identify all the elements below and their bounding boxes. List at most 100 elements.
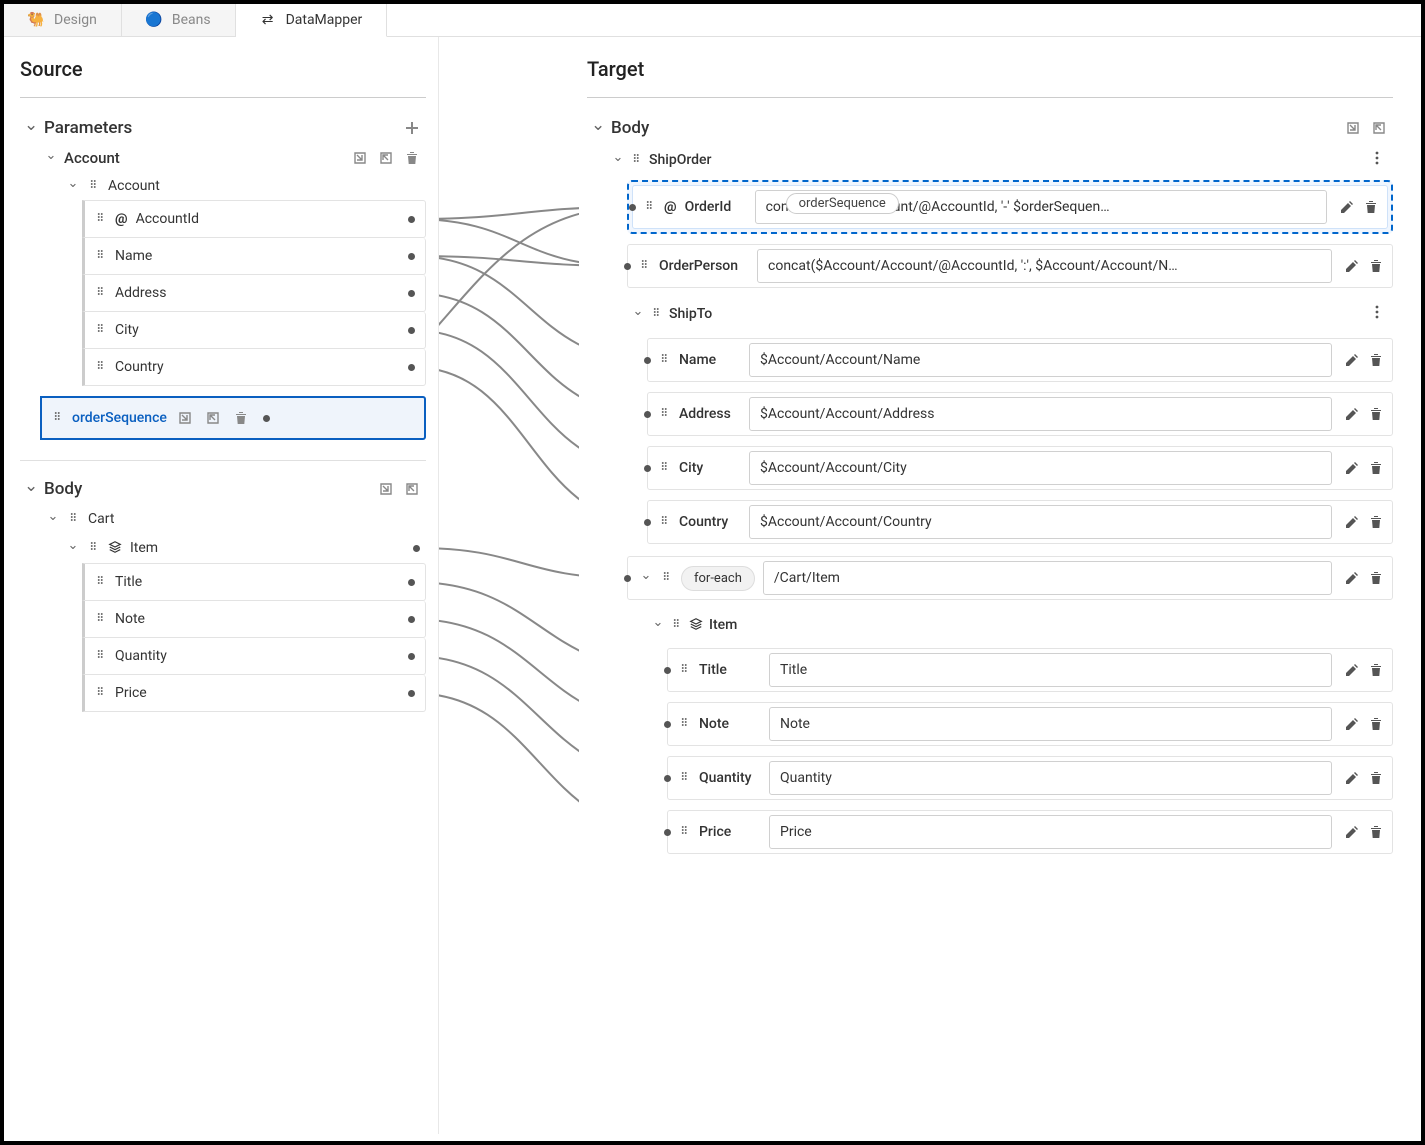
delete-button[interactable] xyxy=(1366,768,1386,788)
chevron-down-icon[interactable] xyxy=(46,512,60,527)
item-label[interactable]: Item xyxy=(130,540,405,556)
export-icon[interactable] xyxy=(402,479,422,499)
edit-button[interactable] xyxy=(1342,404,1362,424)
drag-icon[interactable] xyxy=(679,824,691,840)
connector-dot[interactable] xyxy=(644,519,651,526)
connector-dot[interactable] xyxy=(644,465,651,472)
source-field-price[interactable]: Price xyxy=(82,675,426,712)
drag-icon[interactable] xyxy=(644,199,656,215)
connector-dot[interactable] xyxy=(624,575,631,582)
drag-icon[interactable] xyxy=(95,574,107,590)
shiporder-label[interactable]: ShipOrder xyxy=(649,152,712,168)
delete-button[interactable] xyxy=(402,148,422,168)
source-field-city[interactable]: City xyxy=(82,312,426,349)
edit-button[interactable] xyxy=(1342,714,1362,734)
target-shipto-name[interactable]: Name $Account/Account/Name xyxy=(647,338,1393,382)
connector-dot[interactable] xyxy=(408,690,415,697)
chevron-down-icon[interactable] xyxy=(639,571,653,586)
chevron-down-icon[interactable] xyxy=(24,118,38,138)
edit-button[interactable] xyxy=(1342,458,1362,478)
drag-icon[interactable] xyxy=(679,770,691,786)
tab-design[interactable]: 🐫 Design xyxy=(4,4,122,36)
tab-datamapper[interactable]: ⇄ DataMapper xyxy=(236,4,388,37)
import-icon[interactable] xyxy=(1343,118,1363,138)
source-field-accountid[interactable]: @ AccountId xyxy=(82,200,426,238)
drag-icon[interactable] xyxy=(68,511,80,527)
drag-icon[interactable] xyxy=(659,460,671,476)
drag-icon[interactable] xyxy=(631,152,643,168)
target-item-label[interactable]: Item xyxy=(709,617,737,633)
source-field-note[interactable]: Note xyxy=(82,601,426,638)
delete-button[interactable] xyxy=(1366,350,1386,370)
delete-button[interactable] xyxy=(1366,714,1386,734)
connector-dot[interactable] xyxy=(408,327,415,334)
connector-dot[interactable] xyxy=(624,263,631,270)
edit-button[interactable] xyxy=(1342,660,1362,680)
drag-icon[interactable] xyxy=(95,211,107,227)
edit-button[interactable] xyxy=(1342,512,1362,532)
export-icon[interactable] xyxy=(376,148,396,168)
edit-button[interactable] xyxy=(1342,568,1362,588)
delete-button[interactable] xyxy=(1366,660,1386,680)
connector-dot[interactable] xyxy=(408,364,415,371)
delete-button[interactable] xyxy=(1366,822,1386,842)
connector-dot[interactable] xyxy=(408,579,415,586)
connector-dot[interactable] xyxy=(664,721,671,728)
target-shipto-address[interactable]: Address $Account/Account/Address xyxy=(647,392,1393,436)
connector-dot[interactable] xyxy=(408,253,415,260)
target-item-price[interactable]: Price Price xyxy=(667,810,1393,854)
target-shipto-city[interactable]: City $Account/Account/City xyxy=(647,446,1393,490)
import-icon[interactable] xyxy=(175,408,195,428)
drag-icon[interactable] xyxy=(659,352,671,368)
drag-icon[interactable] xyxy=(639,258,651,274)
shipto-label[interactable]: ShipTo xyxy=(669,306,712,322)
drag-icon[interactable] xyxy=(679,716,691,732)
add-button[interactable] xyxy=(402,118,422,138)
drag-icon[interactable] xyxy=(679,662,691,678)
chevron-down-icon[interactable] xyxy=(44,151,58,166)
target-item-title[interactable]: Title Title xyxy=(667,648,1393,692)
orderperson-expression[interactable]: concat($Account/Account/@AccountId, ':',… xyxy=(757,249,1332,283)
connector-dot[interactable] xyxy=(664,775,671,782)
delete-button[interactable] xyxy=(231,408,251,428)
drag-icon[interactable] xyxy=(651,306,663,322)
tab-beans[interactable]: 🔵 Beans xyxy=(122,4,236,36)
connector-dot[interactable] xyxy=(408,216,415,223)
kebab-menu-button[interactable] xyxy=(1365,304,1389,324)
chevron-down-icon[interactable] xyxy=(651,618,665,633)
delete-button[interactable] xyxy=(1361,197,1381,217)
connector-dot[interactable] xyxy=(629,204,636,211)
import-icon[interactable] xyxy=(376,479,396,499)
drag-icon[interactable] xyxy=(95,359,107,375)
chevron-down-icon[interactable] xyxy=(591,118,605,138)
edit-button[interactable] xyxy=(1342,256,1362,276)
source-field-country[interactable]: Country xyxy=(82,349,426,386)
source-field-name[interactable]: Name xyxy=(82,238,426,275)
cart-label[interactable]: Cart xyxy=(88,511,420,527)
connector-dot[interactable] xyxy=(644,357,651,364)
target-foreach[interactable]: for-each /Cart/Item xyxy=(627,556,1393,600)
export-icon[interactable] xyxy=(1369,118,1389,138)
edit-button[interactable] xyxy=(1342,822,1362,842)
chevron-down-icon[interactable] xyxy=(611,153,625,168)
target-orderperson[interactable]: OrderPerson concat($Account/Account/@Acc… xyxy=(627,244,1393,288)
target-shipto-country[interactable]: Country $Account/Account/Country xyxy=(647,500,1393,544)
chevron-down-icon[interactable] xyxy=(66,541,80,556)
connector-dot[interactable] xyxy=(408,290,415,297)
delete-button[interactable] xyxy=(1366,512,1386,532)
drag-icon[interactable] xyxy=(659,406,671,422)
orderid-expression[interactable]: con count/Account/@AccountId, '-' $order… xyxy=(755,190,1327,224)
source-field-address[interactable]: Address xyxy=(82,275,426,312)
drag-icon[interactable] xyxy=(95,322,107,338)
drag-icon[interactable] xyxy=(95,685,107,701)
drag-icon[interactable] xyxy=(88,540,100,556)
edit-button[interactable] xyxy=(1342,350,1362,370)
chevron-down-icon[interactable] xyxy=(66,179,80,194)
source-field-quantity[interactable]: Quantity xyxy=(82,638,426,675)
drag-icon[interactable] xyxy=(661,570,673,586)
target-orderid[interactable]: @ OrderId con count/Account/@AccountId, … xyxy=(632,185,1388,229)
connector-dot[interactable] xyxy=(644,411,651,418)
kebab-menu-button[interactable] xyxy=(1365,150,1389,170)
chevron-down-icon[interactable] xyxy=(24,479,38,499)
account-inner[interactable]: Account xyxy=(108,178,420,194)
